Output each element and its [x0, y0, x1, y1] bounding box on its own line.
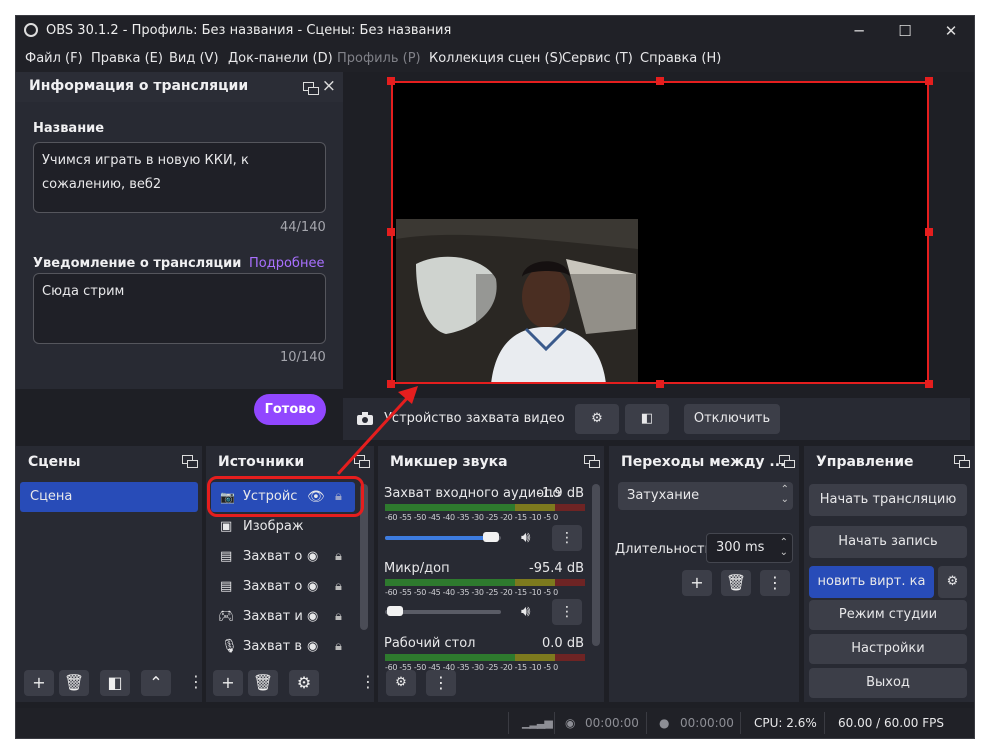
annotation-arrow [336, 386, 418, 476]
